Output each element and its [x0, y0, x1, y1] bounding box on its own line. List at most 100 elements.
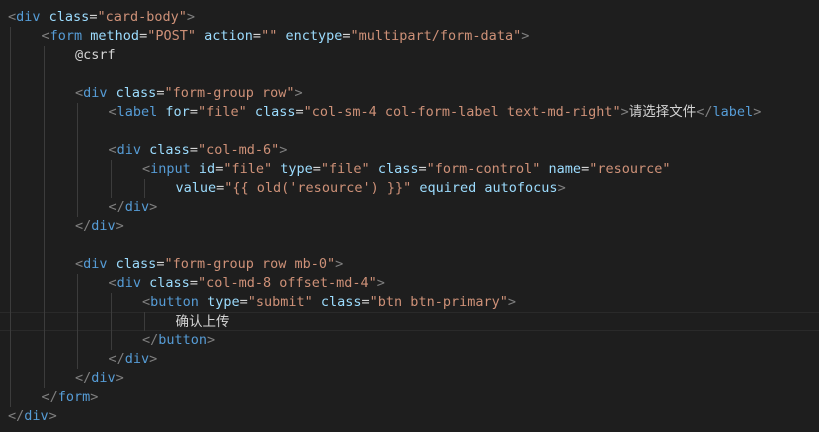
- code-line[interactable]: </div>: [0, 198, 819, 217]
- code-line-current[interactable]: 确认上传: [0, 312, 819, 331]
- code-token: </: [108, 351, 125, 367]
- code-line[interactable]: [0, 65, 819, 84]
- code-token: div: [124, 199, 150, 215]
- code-token: "col-md-8 offset-md-4": [197, 275, 377, 291]
- code-token: <: [8, 9, 17, 25]
- code-text: </div>: [75, 369, 124, 388]
- code-text: <div class="card-body">: [8, 8, 195, 27]
- code-line[interactable]: <label for="file" class="col-sm-4 col-fo…: [0, 103, 819, 122]
- code-token: class: [320, 294, 362, 310]
- code-text: </div>: [109, 198, 158, 217]
- code-token: class: [149, 142, 190, 158]
- code-token: >: [557, 180, 566, 196]
- code-token: =: [342, 28, 351, 44]
- code-line[interactable]: </button>: [0, 331, 819, 350]
- code-token: "{{ old('resource') }}": [224, 180, 412, 196]
- code-line[interactable]: </div>: [0, 407, 819, 426]
- code-line[interactable]: value="{{ old('resource') }}" equired au…: [0, 179, 819, 198]
- code-token: =: [312, 161, 321, 177]
- code-token: div: [116, 275, 142, 291]
- code-token: class: [377, 161, 419, 177]
- code-token: =: [295, 104, 304, 120]
- code-token: >: [90, 389, 99, 405]
- code-token: <: [108, 275, 117, 291]
- code-token: "form-control": [426, 161, 541, 177]
- code-editor[interactable]: <div class="card-body"> <form method="POS…: [0, 0, 819, 432]
- code-line[interactable]: <input id="file" type="file" class="form…: [0, 160, 819, 179]
- code-token: =: [418, 161, 427, 177]
- code-token: </: [696, 104, 713, 120]
- code-token: =: [189, 275, 198, 291]
- code-token: button: [158, 332, 208, 348]
- indent-guide: [43, 46, 45, 388]
- code-token: "form-group row mb-0": [164, 256, 336, 272]
- code-token: class: [115, 256, 157, 272]
- code-token: class: [149, 275, 190, 291]
- code-token: >: [48, 408, 57, 424]
- code-token: =: [581, 161, 590, 177]
- code-token: "submit": [247, 294, 313, 310]
- code-token: >: [279, 142, 288, 158]
- code-line[interactable]: <div class="col-md-6">: [0, 141, 819, 160]
- code-token: "btn btn-primary": [369, 294, 508, 310]
- code-line[interactable]: [0, 236, 819, 255]
- code-text: </button>: [142, 331, 215, 350]
- code-line[interactable]: </form>: [0, 388, 819, 407]
- code-token: </: [75, 370, 92, 386]
- code-token: class: [254, 104, 296, 120]
- indent-guide: [110, 160, 112, 198]
- code-token: "col-md-6": [197, 142, 280, 158]
- code-token: >: [207, 332, 216, 348]
- code-token: id: [198, 161, 216, 177]
- code-text: <div class="col-md-6">: [109, 141, 288, 160]
- code-token: @csrf: [75, 47, 116, 63]
- code-text: <button type="submit" class="btn btn-pri…: [142, 293, 516, 312]
- indent-guide: [144, 179, 145, 198]
- code-token: div: [24, 408, 49, 424]
- code-text: <div class="col-md-8 offset-md-4">: [109, 274, 385, 293]
- code-token: <: [142, 294, 151, 310]
- code-line[interactable]: @csrf: [0, 46, 819, 65]
- code-line[interactable]: </div>: [0, 350, 819, 369]
- code-token: div: [83, 256, 108, 272]
- code-text: <input id="file" type="file" class="form…: [142, 160, 670, 179]
- code-line[interactable]: <div class="card-body">: [0, 8, 819, 27]
- code-token: </: [142, 332, 159, 348]
- code-token: =: [252, 28, 262, 44]
- code-text: 确认上传: [176, 313, 230, 332]
- code-line[interactable]: <div class="form-group row mb-0">: [0, 255, 819, 274]
- code-line[interactable]: <div class="form-group row">: [0, 84, 819, 103]
- code-line[interactable]: <button type="submit" class="btn btn-pri…: [0, 293, 819, 312]
- code-token: <: [41, 28, 50, 44]
- code-line[interactable]: </div>: [0, 369, 819, 388]
- code-token: </: [41, 389, 58, 405]
- indent-guide: [77, 274, 78, 369]
- code-token: >: [620, 104, 629, 120]
- code-token: "resource": [589, 161, 671, 177]
- code-line[interactable]: <form method="POST" action="" enctype="m…: [0, 27, 819, 46]
- code-token: div: [116, 142, 142, 158]
- code-token: <: [142, 161, 151, 177]
- code-line[interactable]: </div>: [0, 217, 819, 236]
- code-token: form: [57, 389, 91, 405]
- code-line[interactable]: [0, 122, 819, 141]
- code-token: label: [116, 104, 158, 120]
- code-line[interactable]: <div class="col-md-8 offset-md-4">: [0, 274, 819, 293]
- code-token: <: [108, 142, 117, 158]
- indent-guide: [110, 293, 112, 350]
- code-token: </: [8, 408, 25, 424]
- code-token: </: [75, 218, 92, 234]
- code-text: value="{{ old('resource') }}" equired au…: [176, 179, 566, 198]
- code-text: </div>: [109, 350, 158, 369]
- code-token: "": [261, 28, 278, 44]
- code-token: div: [16, 9, 41, 25]
- code-token: value: [175, 180, 217, 196]
- code-token: "card-body": [97, 9, 187, 25]
